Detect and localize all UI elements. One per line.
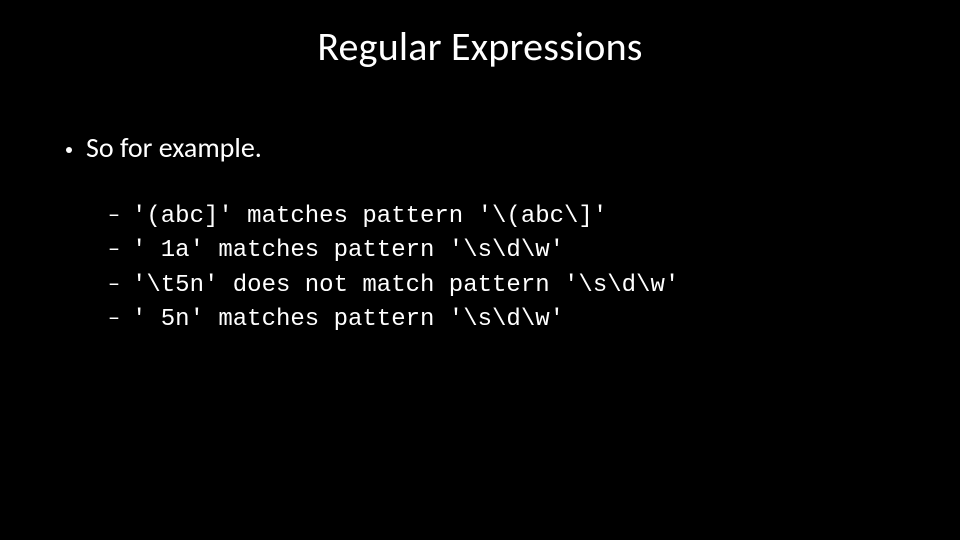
- dash-icon: –: [108, 302, 120, 334]
- list-item: – '(abc]' matches pattern '\(abc\]': [108, 199, 900, 233]
- example-code: '(abc]' matches pattern '\(abc\]': [132, 201, 607, 233]
- dash-icon: –: [108, 199, 120, 231]
- example-code: ' 1a' matches pattern '\s\d\w': [132, 235, 564, 267]
- slide-title: Regular Expressions: [0, 22, 960, 71]
- list-item: – '\t5n' does not match pattern '\s\d\w': [108, 268, 900, 302]
- slide-body: So for example. – '(abc]' matches patter…: [66, 130, 900, 337]
- example-code: '\t5n' does not match pattern '\s\d\w': [132, 270, 679, 302]
- dash-icon: –: [108, 233, 120, 265]
- bullet-item: So for example.: [66, 130, 900, 165]
- bullet-text: So for example.: [86, 130, 262, 165]
- dash-icon: –: [108, 268, 120, 300]
- example-code: ' 5n' matches pattern '\s\d\w': [132, 304, 564, 336]
- slide: Regular Expressions So for example. – '(…: [0, 0, 960, 540]
- list-item: – ' 1a' matches pattern '\s\d\w': [108, 233, 900, 267]
- bullet-dot-icon: [66, 147, 72, 153]
- list-item: – ' 5n' matches pattern '\s\d\w': [108, 302, 900, 336]
- example-list: – '(abc]' matches pattern '\(abc\]' – ' …: [108, 199, 900, 337]
